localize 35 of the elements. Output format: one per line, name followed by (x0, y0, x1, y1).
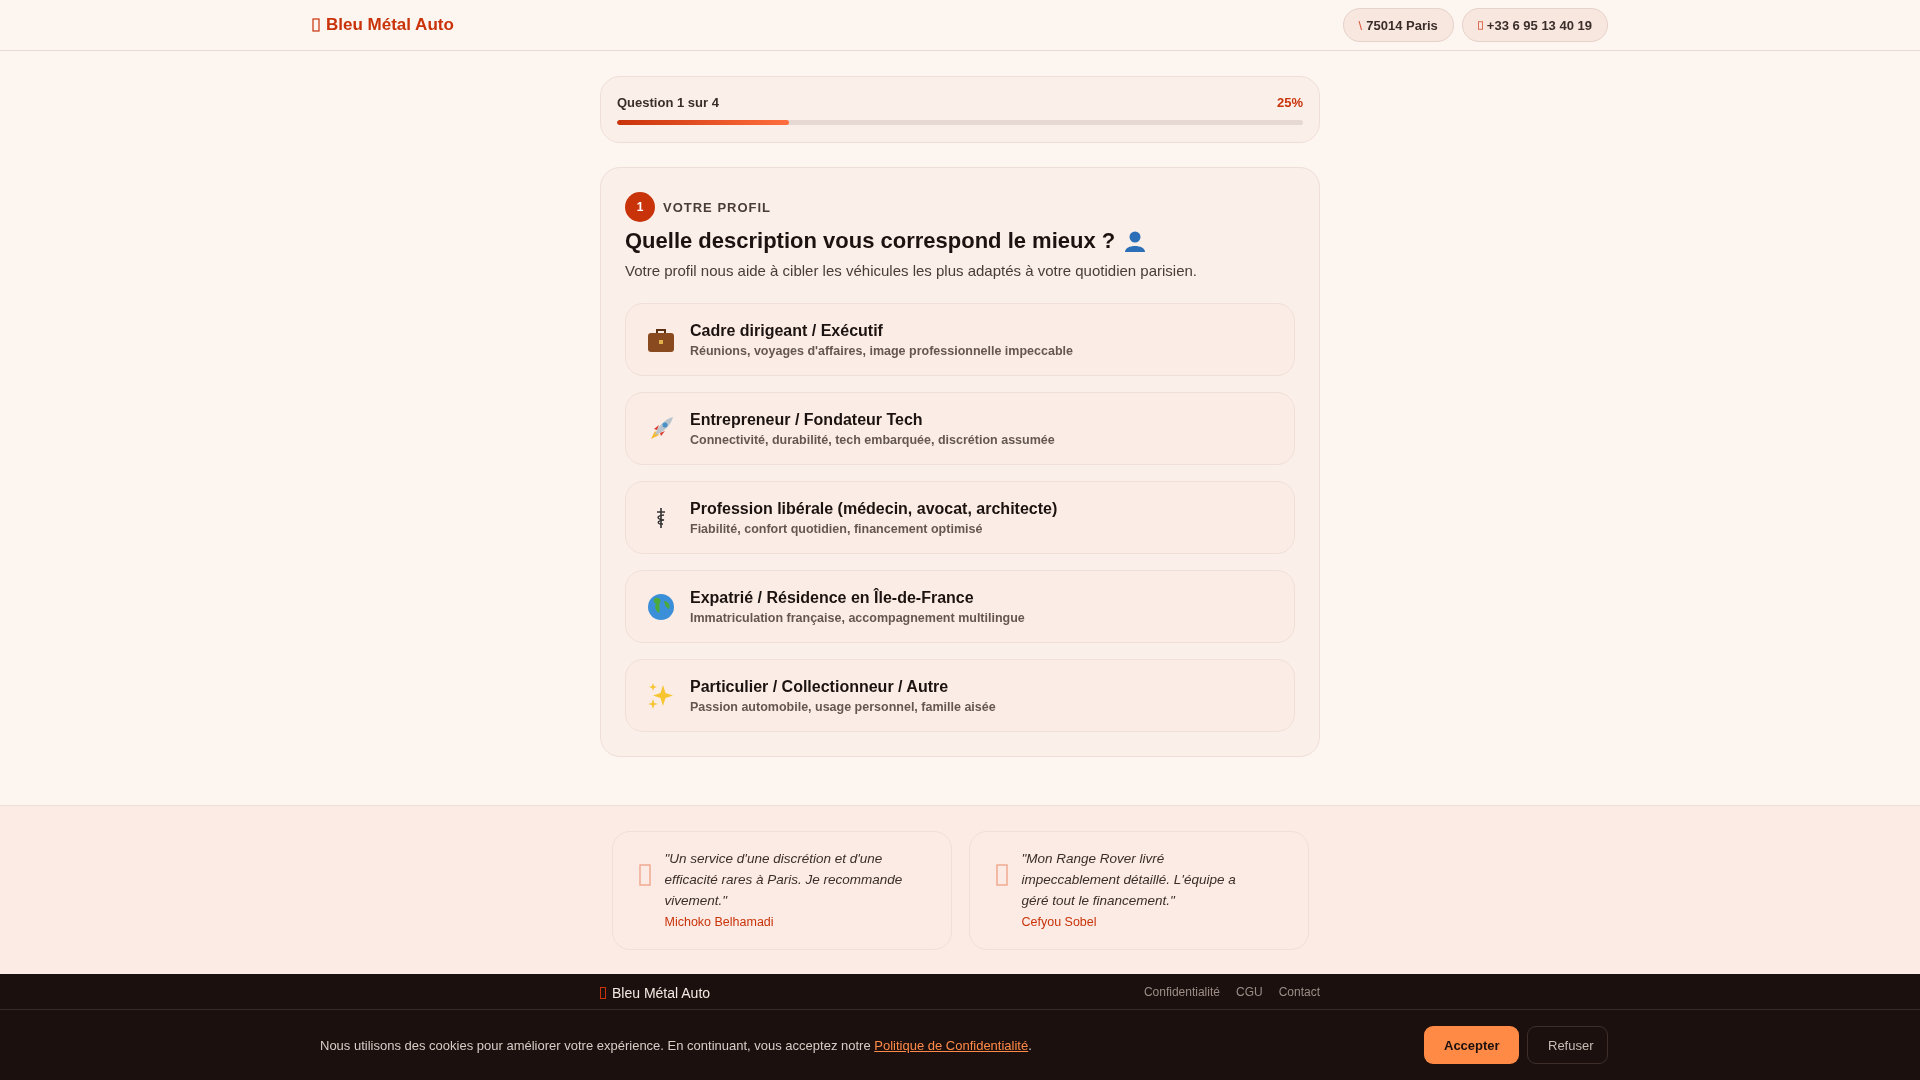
glyph-icon (312, 18, 320, 32)
section-label: VOTRE PROFIL (663, 199, 772, 215)
accept-button[interactable]: Accepter (1424, 1026, 1519, 1064)
answer-option[interactable]: Cadre dirigeant / Exécutif Réunions, voyages d'affaires, image professionnelle impeccable (625, 303, 1295, 376)
testimonial-quote: "Un service d'une discrétion et d'une efficacité rares à Paris. Je recommande vivement." (664, 849, 904, 910)
answer-option[interactable]: Profession libérale (médecin, avocat, architecte) Fiabilité, confort quotidien, financement optimisé (625, 481, 1295, 554)
answer-option[interactable]: Particulier / Collectionneur / Autre Passion automobile, usage personnel, famille aisée (625, 659, 1295, 732)
testimonial-author: Cefyou Sobel (1021, 914, 1098, 929)
glyph-icon (995, 863, 1008, 886)
glyph-icon (638, 863, 651, 886)
footer-link[interactable]: CGU (1235, 985, 1263, 1001)
glyph-icon (1477, 20, 1483, 30)
globe-icon (647, 592, 675, 621)
progress-percent: 25% (1276, 95, 1303, 110)
answer-option[interactable]: Entrepreneur / Fondateur Tech Connectivité, durabilité, tech embarquée, discrétion assumée (625, 392, 1295, 465)
answer-option[interactable]: Expatrié / Résidence en Île-de-France Immatriculation française, accompagnement multilingue (625, 570, 1295, 643)
testimonial-author: Michoko Belhamadi (664, 914, 775, 929)
contact-pill[interactable]: +33 6 95 13 40 19 (1461, 8, 1608, 42)
cookie-text: Nous utilisons des cookies pour améliorer votre expérience. En continuant, vous acceptez notre Politique de Confidentialité. (320, 1037, 1032, 1053)
footer-link[interactable]: Confidentialité (1143, 985, 1220, 1001)
staff-icon (654, 506, 668, 529)
footer-brand: Bleu Métal Auto (612, 985, 711, 1001)
briefcase-icon (647, 326, 675, 353)
step-number: 1 (625, 192, 655, 222)
brand-link[interactable]: Bleu Métal Auto (312, 15, 454, 35)
sparkles-icon (647, 681, 675, 710)
person-icon (1123, 229, 1148, 253)
footer-link[interactable]: Contact (1278, 985, 1320, 1001)
decline-button[interactable]: Refuser (1527, 1026, 1608, 1064)
question-title: Quelle description vous correspond le mieux ? (625, 228, 1116, 254)
contact-pill[interactable]: \ 75014 Paris (1342, 8, 1454, 42)
testimonial-quote: "Mon Range Rover livré impeccablement détaillé. L'équipe a géré tout le financement." (1021, 849, 1237, 910)
progress-label: Question 1 sur 4 (617, 95, 719, 110)
glyph-icon (600, 987, 606, 999)
question-subtitle: Votre profil nous aide à cibler les véhicules les plus adaptés à votre quotidien parisien. (625, 262, 1198, 279)
